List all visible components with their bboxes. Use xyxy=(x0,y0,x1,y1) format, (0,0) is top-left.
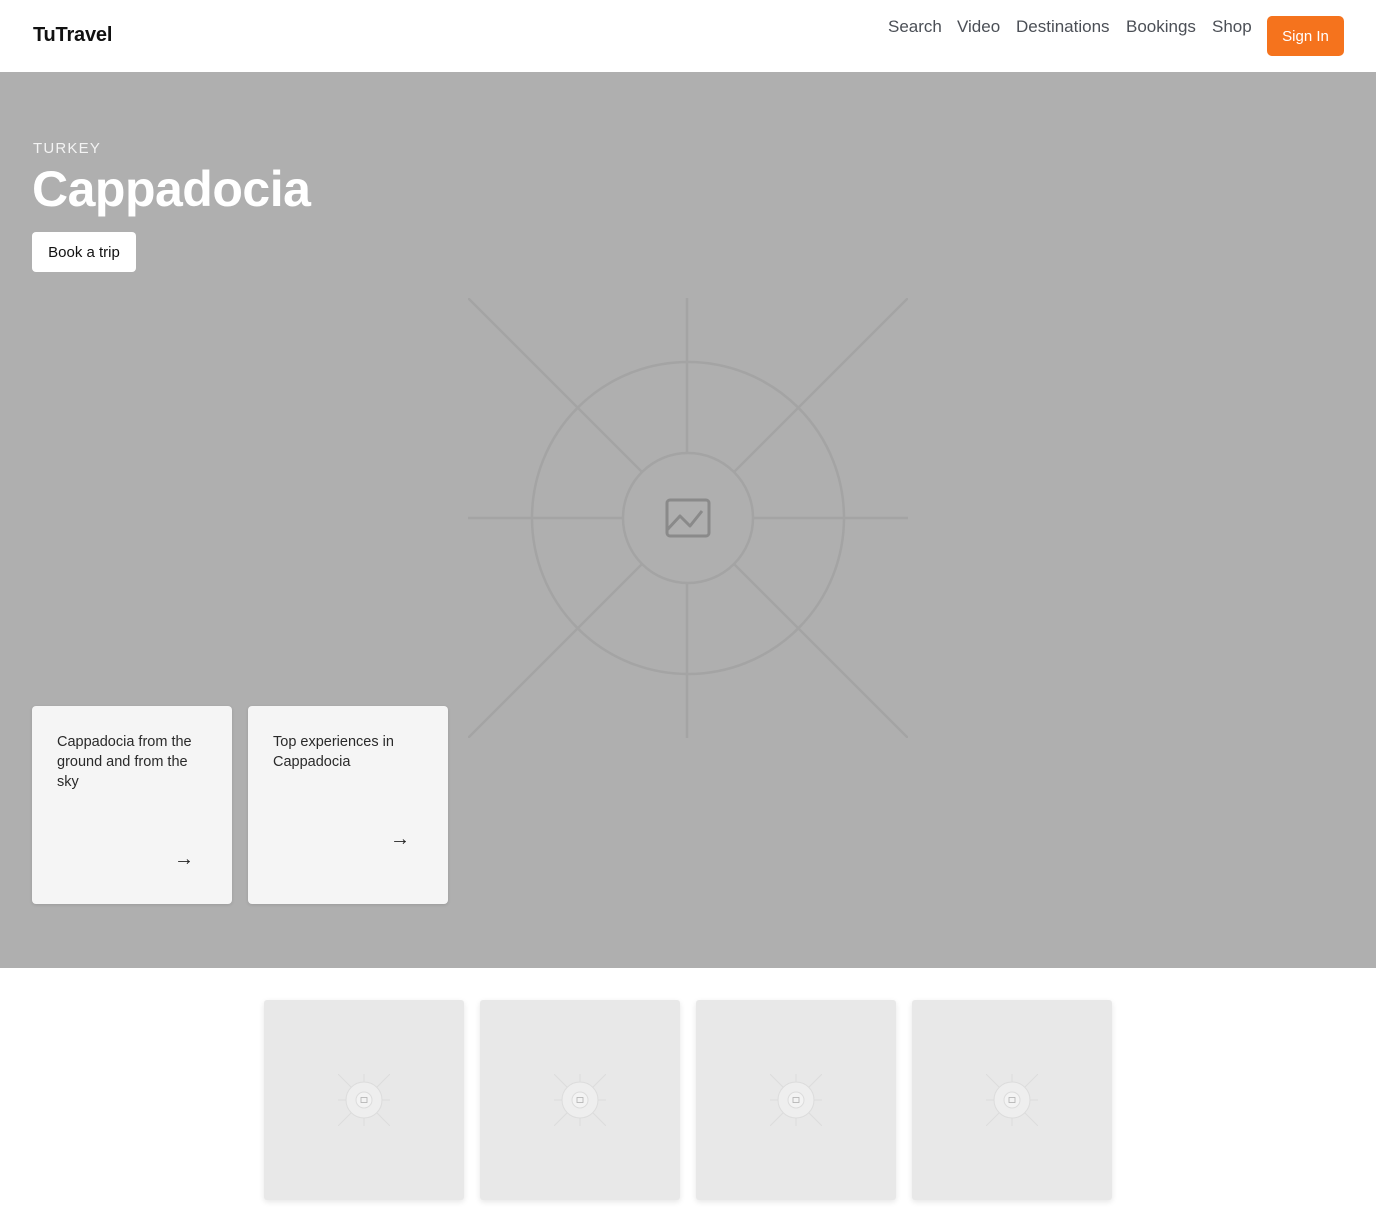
hero-eyebrow-country: TURKEY xyxy=(33,140,102,157)
story-card-title: Cappadocia from the ground and from the … xyxy=(57,734,192,790)
image-placeholder-icon xyxy=(770,1074,822,1126)
nav-link-bookings[interactable]: Bookings xyxy=(1126,17,1196,37)
arrow-right-icon: → xyxy=(390,828,410,850)
hero-section: TURKEY Cappadocia Book a trip Cappadocia… xyxy=(0,72,1376,968)
thumbnail-card[interactable] xyxy=(264,1000,464,1200)
story-card[interactable]: Top experiences in Cappadocia → xyxy=(248,706,448,904)
image-placeholder-icon xyxy=(554,1074,606,1126)
hero-title: Cappadocia xyxy=(32,161,311,217)
top-navigation-bar: TuTravel Search Video Destinations Booki… xyxy=(0,0,1376,72)
thumbnail-card[interactable] xyxy=(912,1000,1112,1200)
nav-link-destinations[interactable]: Destinations xyxy=(1016,17,1110,37)
brand-logo[interactable]: TuTravel xyxy=(33,24,112,47)
book-trip-button[interactable]: Book a trip xyxy=(32,232,136,272)
thumbnail-card[interactable] xyxy=(480,1000,680,1200)
thumbnail-card[interactable] xyxy=(696,1000,896,1200)
nav-link-search[interactable]: Search xyxy=(888,17,942,37)
sign-in-button[interactable]: Sign In xyxy=(1267,16,1344,56)
image-placeholder-icon xyxy=(468,298,908,738)
story-card[interactable]: Cappadocia from the ground and from the … xyxy=(32,706,232,904)
story-card-title: Top experiences in Cappadocia xyxy=(273,734,394,770)
nav-link-shop[interactable]: Shop xyxy=(1212,17,1252,37)
image-placeholder-icon xyxy=(986,1074,1038,1126)
image-placeholder-icon xyxy=(338,1074,390,1126)
arrow-right-icon: → xyxy=(174,848,194,870)
nav-link-video[interactable]: Video xyxy=(957,17,1000,37)
